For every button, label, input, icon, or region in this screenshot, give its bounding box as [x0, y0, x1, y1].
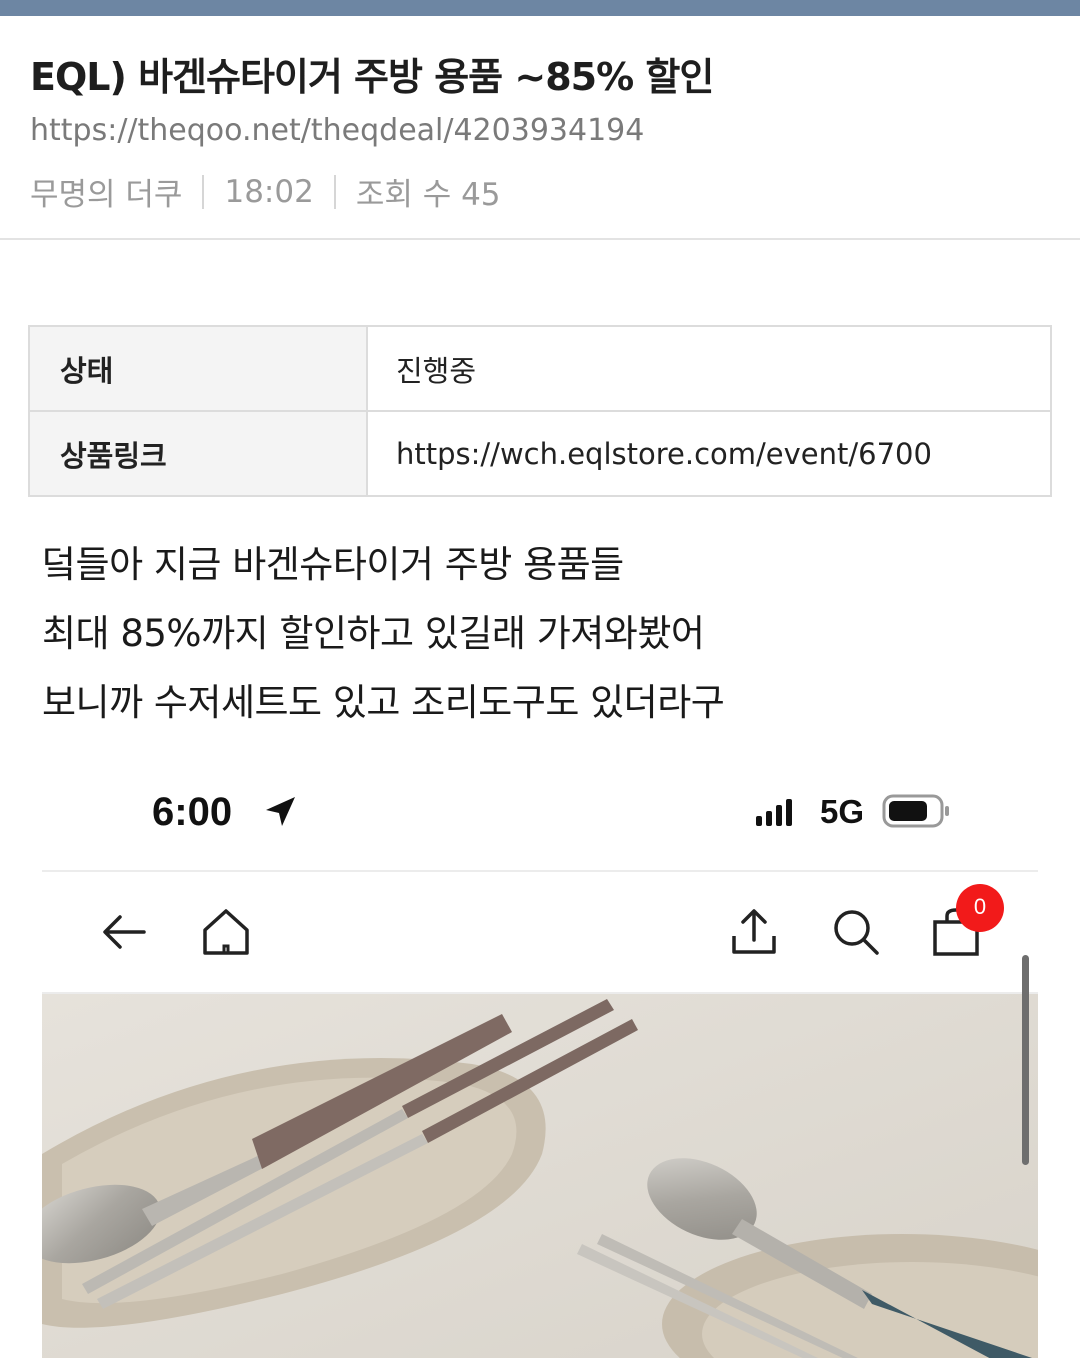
network-type: 5G: [820, 793, 865, 830]
product-image[interactable]: [42, 992, 1038, 1358]
back-arrow-icon[interactable]: [98, 906, 150, 958]
signal-icon: [756, 799, 792, 826]
phone-status-bar: 6:00 5G: [42, 760, 1038, 872]
phone-time: 6:00: [152, 790, 233, 834]
deal-info-table: 상태 진행중 상품링크 https://wch.eqlstore.com/eve…: [28, 325, 1052, 497]
meta-divider: [202, 174, 205, 209]
body-line: 덬들아 지금 바겐슈타이거 주방 용품들: [42, 543, 624, 586]
share-icon[interactable]: [728, 906, 780, 958]
post-body: 덬들아 지금 바겐슈타이거 주방 용품들 최대 85%까지 할인하고 있길래 가…: [42, 530, 725, 737]
home-icon[interactable]: [200, 906, 252, 958]
post-meta: 무명의 더쿠 18:02 조회 수 45: [30, 169, 501, 214]
post-header: EQL) 바겐슈타이거 주방 용품 ~85% 할인 https://theqoo…: [0, 16, 1080, 240]
meta-divider: [333, 174, 336, 209]
author-name[interactable]: 무명의 더쿠: [30, 169, 182, 214]
shop-nav-bar: [42, 872, 1038, 992]
post-time: 18:02: [224, 173, 314, 210]
cart-count-badge: 0: [956, 884, 1004, 932]
product-link-label: 상품링크: [28, 410, 368, 497]
battery-icon: [882, 794, 949, 828]
table-row: 상태 진행중: [28, 325, 1052, 412]
body-line: 최대 85%까지 할인하고 있길래 가져와봤어: [42, 612, 705, 655]
post-url-link[interactable]: https://theqoo.net/theqdeal/4203934194: [30, 113, 644, 148]
scrollbar[interactable]: [1022, 955, 1029, 1165]
status-value: 진행중: [366, 325, 1052, 412]
table-row: 상품링크 https://wch.eqlstore.com/event/6700: [28, 410, 1052, 497]
view-count: 조회 수 45: [355, 177, 501, 213]
top-accent-bar: [0, 0, 1080, 16]
product-link[interactable]: https://wch.eqlstore.com/event/6700: [366, 410, 1052, 497]
embedded-screenshot: 6:00 5G 0: [42, 760, 1038, 1358]
body-line: 보니까 수저세트도 있고 조리도구도 있더라구: [42, 681, 725, 724]
status-label: 상태: [28, 325, 368, 412]
search-icon[interactable]: [830, 906, 882, 958]
post-title: EQL) 바겐슈타이거 주방 용품 ~85% 할인: [30, 55, 714, 99]
location-arrow-icon: [266, 797, 295, 826]
